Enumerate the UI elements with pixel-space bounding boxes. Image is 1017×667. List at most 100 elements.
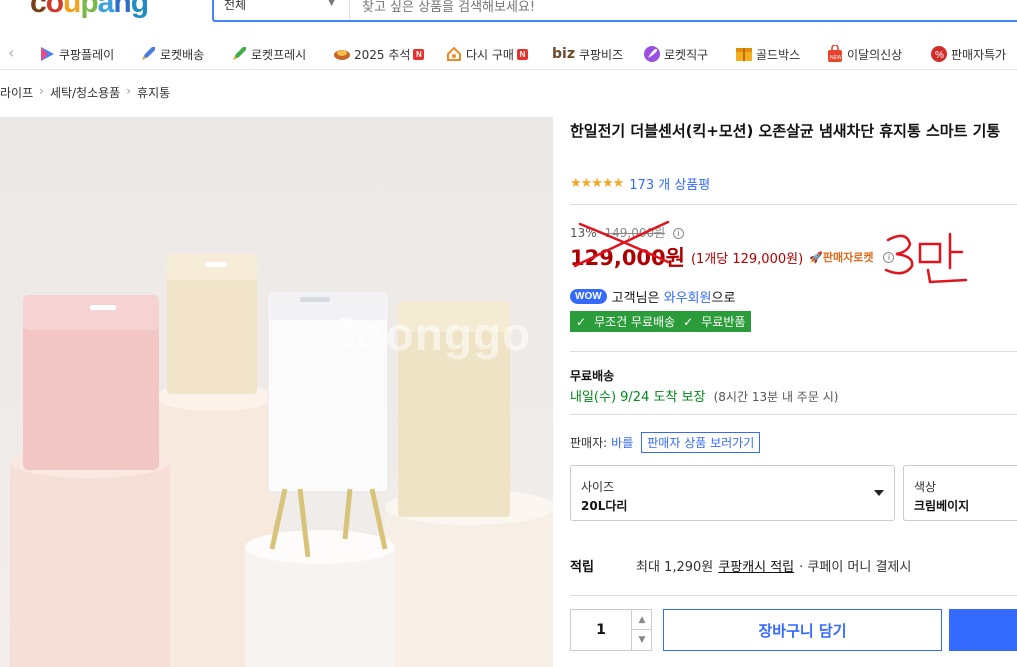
nav-item-label: 로켓프레시 <box>251 47 307 62</box>
price-row: 129,000원 (1개당 129,000원) 🚀판매자로켓 i <box>570 242 895 272</box>
search-input[interactable] <box>352 0 1017 20</box>
seller-rocket-badge: 🚀판매자로켓 <box>809 251 874 264</box>
wow-text: 고객님은 <box>611 291 660 306</box>
watermark-text: Joonggo <box>330 308 532 360</box>
new-badge: N <box>413 48 425 60</box>
new-badge: N <box>516 48 528 60</box>
chevron-down-icon <box>874 490 884 496</box>
nav-item-label: 골드박스 <box>756 47 801 62</box>
search-category-select[interactable]: 전체 ▼ <box>214 0 350 20</box>
free-shipping-badge: ✓ 무조건 무료배송 ✓ 무료반품 <box>570 311 752 332</box>
nav-item-coupang-biz[interactable]: biz 쿠팡비즈 <box>552 44 623 64</box>
divider <box>570 204 1017 205</box>
nav-item-label: 2025 추석 <box>354 47 411 62</box>
handwritten-man <box>948 232 964 270</box>
delivery-guarantee: 내일(수) 9/24 도착 보장 <box>570 390 706 405</box>
product-title: 한일전기 더블센서(킥+모션) 오존살균 냄새차단 휴지통 스마트 기통 <box>570 122 1001 140</box>
top-header: coupang 전체 ▼ <box>0 0 1017 28</box>
gold-box-icon <box>735 45 753 63</box>
gift-icon <box>333 45 351 63</box>
nav-item-label: 쿠팡플레이 <box>59 47 115 62</box>
nav-item-label: 쿠팡비즈 <box>578 47 624 62</box>
nav-item-rocket-global[interactable]: 로켓직구 <box>643 44 708 64</box>
chevron-left-icon[interactable]: ‹ <box>8 43 14 62</box>
option-value: 크림베이지 <box>914 499 970 513</box>
seller-rocket-label: 판매자로켓 <box>822 251 874 264</box>
sale-price: 129,000원 <box>570 246 685 270</box>
seller-deal-icon: % <box>930 45 948 63</box>
cashback-row: 적립 최대 1,290원 쿠팡캐시 적립 · 쿠페이 머니 결제시 <box>570 556 911 575</box>
nav-item-gold-box[interactable]: 골드박스 <box>735 44 800 64</box>
seller-products-button[interactable]: 판매자 상품 보러가기 <box>641 432 761 453</box>
info-icon[interactable]: i <box>883 251 895 263</box>
size-select[interactable]: 사이즈 20L다리 <box>570 465 895 521</box>
trash-cans-illustration <box>10 254 553 667</box>
option-label: 사이즈 <box>581 480 615 494</box>
svg-text:%: % <box>935 50 944 61</box>
unit-price: (1개당 129,000원) <box>690 251 804 267</box>
quantity-stepper: 1 ▲ ▼ <box>570 609 652 651</box>
nav-item-seller-deals[interactable]: % 판매자특가 <box>930 44 1006 64</box>
search-bar: 전체 ▼ <box>212 0 1017 22</box>
info-icon[interactable]: i <box>673 228 684 239</box>
breadcrumb-item[interactable]: 세탁/청소용품 <box>50 84 120 101</box>
checkmark-icon: ✓ <box>576 314 587 329</box>
shipping-label: 무료배송 <box>570 369 615 383</box>
nav-item-coupang-play[interactable]: 쿠팡플레이 <box>38 44 114 64</box>
cashback-label: 적립 <box>570 560 594 575</box>
global-rocket-icon <box>643 45 661 63</box>
search-category-value: 전체 <box>224 0 247 12</box>
cashback-condition: · 쿠페이 머니 결제시 <box>799 560 912 575</box>
biz-icon: biz <box>552 46 575 62</box>
nav-item-label: 이달의신상 <box>847 47 903 62</box>
wow-text: 으로 <box>711 291 736 306</box>
play-icon <box>38 45 56 63</box>
breadcrumb-item[interactable]: 라이프 <box>0 84 33 101</box>
nav-item-rocket-delivery[interactable]: 로켓배송 <box>139 44 204 64</box>
discount-row: 13% 149,000원 i <box>570 224 684 241</box>
nav-item-label: 다시 구매 <box>466 47 514 62</box>
add-to-cart-button[interactable]: 장바구니 담기 <box>663 609 942 651</box>
wow-badge: WOW <box>570 289 607 304</box>
delivery-date: 내일(수) 9/24 도착 보장 (8시간 13분 내 주문 시) <box>570 386 838 405</box>
seller-label: 판매자: <box>570 436 608 450</box>
breadcrumb: 라이프 › 세탁/청소용품 › 휴지통 <box>0 84 170 101</box>
review-count-link[interactable]: 173 개 상품평 <box>629 174 710 193</box>
color-select[interactable]: 색상 크림베이지 <box>903 465 1017 521</box>
divider <box>570 414 1017 415</box>
rating-row: ★★★★★ 173 개 상품평 <box>570 174 710 193</box>
repurchase-icon <box>445 45 463 63</box>
nav-item-new-arrivals[interactable]: NEW 이달의신상 <box>826 44 902 64</box>
category-nav: ‹ 쿠팡플레이 로켓배송 로켓프레시 2025 추석 N 다시 구매 N biz <box>0 36 1017 70</box>
checkmark-icon: ✓ <box>683 314 694 329</box>
option-value: 20L다리 <box>581 499 628 513</box>
wow-member-link[interactable]: 와우회원 <box>664 287 712 306</box>
rocket-icon <box>139 45 157 63</box>
chevron-right-icon: › <box>39 84 44 98</box>
original-price: 149,000원 <box>604 226 666 240</box>
star-rating-icon: ★★★★★ <box>570 176 624 191</box>
increase-quantity-icon[interactable]: ▲ <box>631 610 652 630</box>
coupang-logo[interactable]: coupang <box>30 0 149 20</box>
handwritten-man <box>918 242 942 264</box>
nav-item-label: 로켓직구 <box>664 47 709 62</box>
seller-name-link[interactable]: 바를 <box>611 434 633 451</box>
product-image[interactable]: Joonggo <box>0 117 553 667</box>
delivery-note: (8시간 13분 내 주문 시) <box>713 390 839 404</box>
quantity-value[interactable]: 1 <box>571 610 631 650</box>
breadcrumb-item[interactable]: 휴지통 <box>137 84 170 101</box>
svg-text:NEW: NEW <box>830 55 842 61</box>
nav-item-rocket-fresh[interactable]: 로켓프레시 <box>230 44 306 64</box>
discount-rate: 13% <box>570 226 597 240</box>
rocket-fresh-icon <box>230 45 248 63</box>
buy-now-button[interactable] <box>949 609 1017 651</box>
nav-item-repurchase[interactable]: 다시 구매 N <box>445 44 528 64</box>
coupang-cash-link[interactable]: 쿠팡캐시 적립 <box>718 556 794 575</box>
nav-item-chuseok[interactable]: 2025 추석 N <box>333 44 425 64</box>
chevron-right-icon: › <box>126 84 132 98</box>
decrease-quantity-icon[interactable]: ▼ <box>631 630 652 650</box>
chevron-down-icon: ▼ <box>328 0 335 8</box>
cashback-amount: 최대 1,290원 <box>636 560 714 575</box>
nav-item-label: 판매자특가 <box>951 47 1007 62</box>
divider <box>570 351 1017 352</box>
